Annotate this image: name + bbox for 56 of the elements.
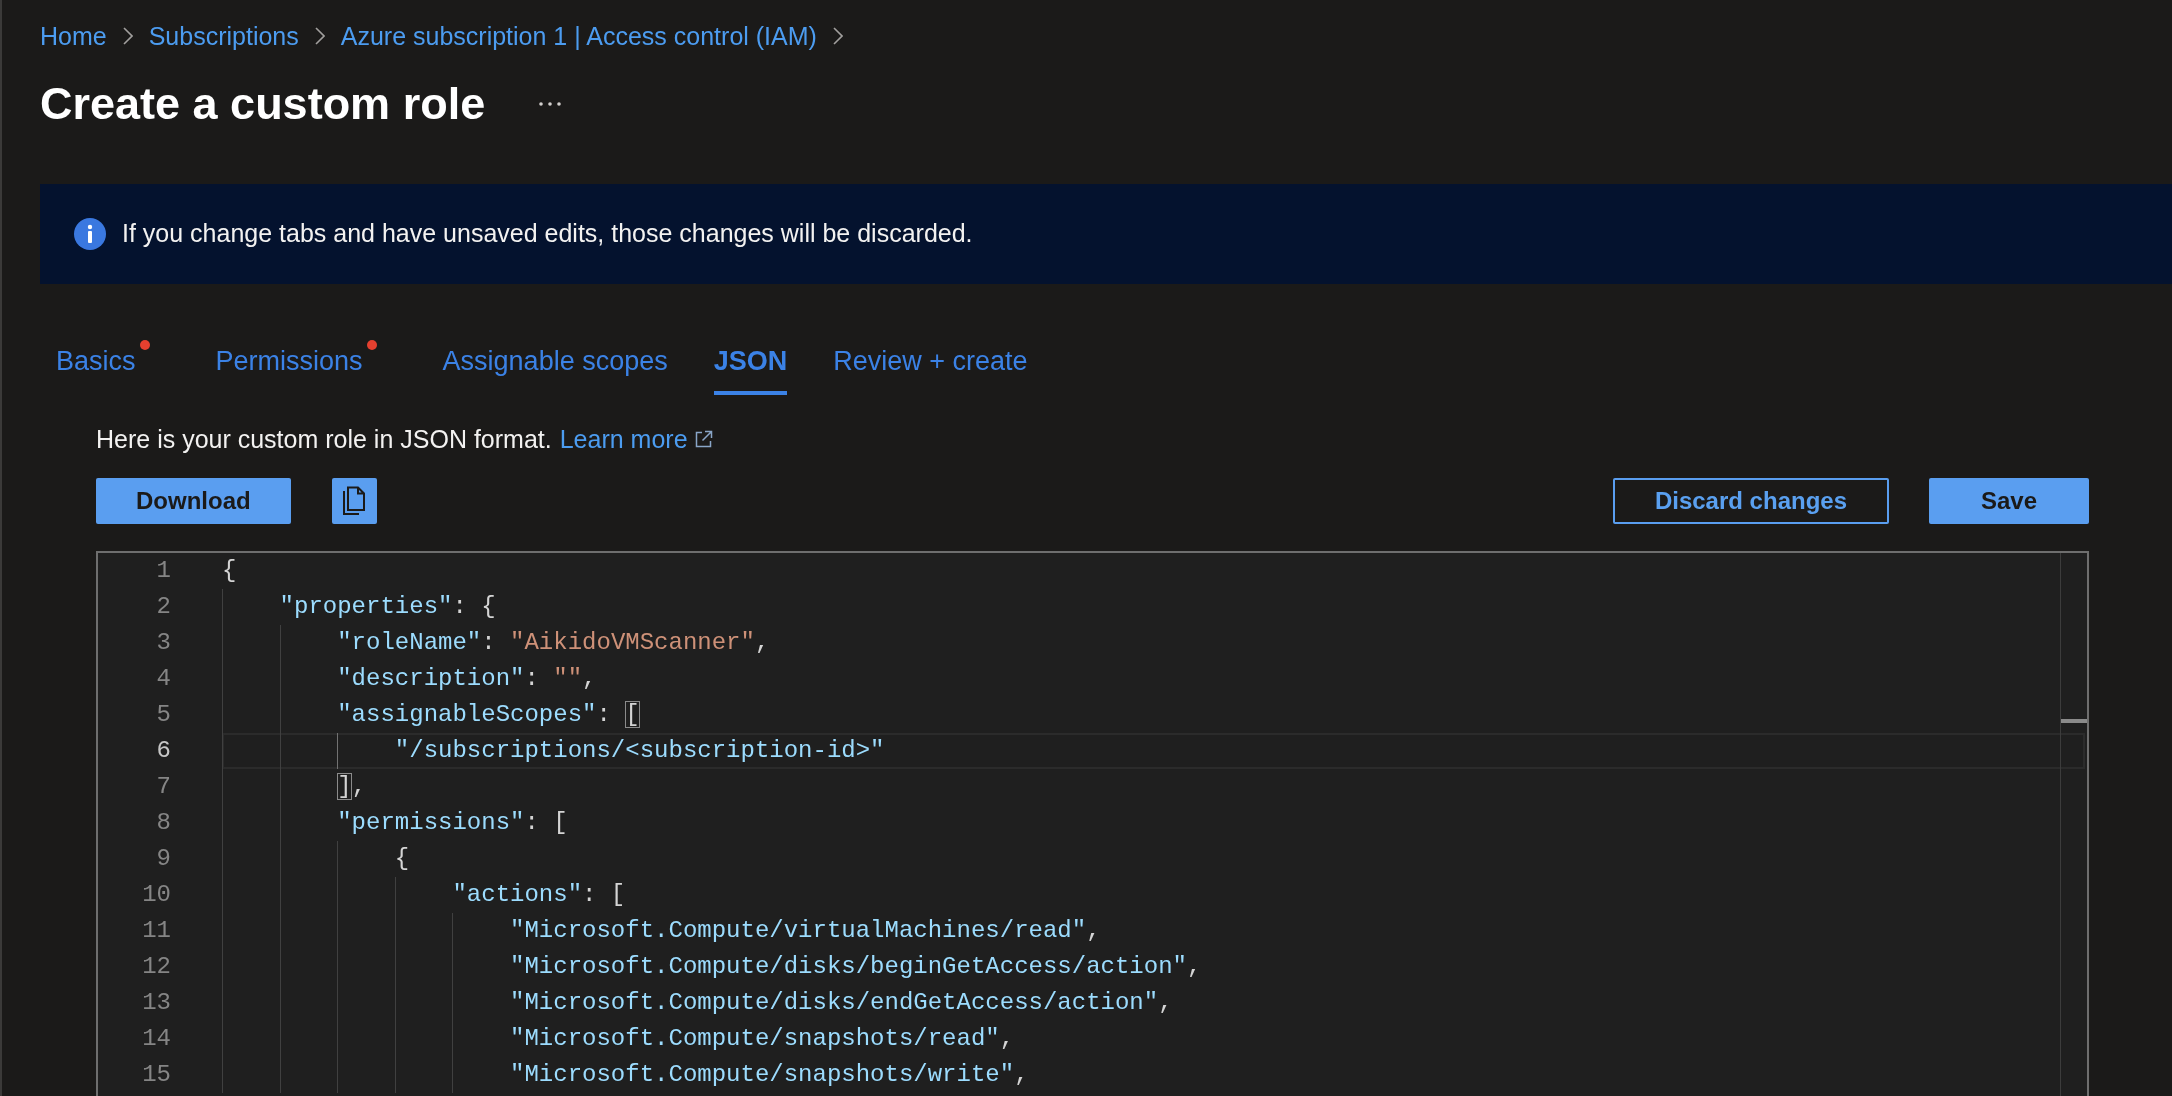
learn-more-link[interactable]: Learn more (559, 421, 688, 457)
code-line: "Microsoft.Compute/snapshots/read", (510, 1024, 1015, 1054)
code-line: "properties": { (279, 592, 496, 622)
more-icon (539, 102, 562, 106)
copy-icon (342, 486, 367, 516)
tab[interactable]: JSON (713, 343, 788, 395)
chevron-right-icon (314, 27, 325, 45)
code-line: "assignableScopes": [ (337, 700, 640, 730)
code-line: "Microsoft.Compute/snapshots/write", (510, 1060, 1029, 1090)
info-icon (74, 218, 106, 250)
line-number: 11 (141, 916, 171, 946)
description-text: Here is your custom role in JSON format. (96, 424, 552, 455)
download-button[interactable]: Download (96, 478, 291, 524)
line-number: 12 (141, 952, 171, 982)
overview-ruler-marker (2061, 719, 2087, 723)
code-line: "Microsoft.Compute/virtualMachines/read", (510, 916, 1101, 946)
code-line: "description": "", (337, 664, 597, 694)
tab[interactable]: Permissions (215, 343, 363, 395)
line-number: 10 (141, 880, 171, 910)
line-number: 8 (155, 808, 171, 838)
line-number: 13 (141, 988, 171, 1018)
line-number: 2 (155, 592, 171, 622)
line-number: 7 (155, 772, 171, 802)
save-button[interactable]: Save (1929, 478, 2089, 524)
breadcrumb-link[interactable]: Home (40, 18, 107, 54)
line-number: 14 (141, 1024, 171, 1054)
banner-message: If you change tabs and have unsaved edits, those changes will be discarded. (122, 218, 973, 250)
tab[interactable]: Assignable scopes (442, 343, 668, 395)
line-number: 9 (155, 844, 171, 874)
chevron-right-icon (122, 27, 133, 45)
code-line: "Microsoft.Compute/disks/beginGetAccess/action", (510, 952, 1202, 982)
code-line: "/subscriptions/<subscription-id>" (394, 736, 885, 766)
line-number: 6 (155, 736, 171, 766)
discard-changes-button[interactable]: Discard changes (1612, 478, 1889, 524)
breadcrumb-link[interactable]: Subscriptions (148, 18, 299, 54)
code-line: "Microsoft.Compute/disks/endGetAccess/action", (510, 988, 1173, 1018)
external-link-icon (693, 429, 713, 449)
code-line: "roleName": "AikidoVMScanner", (337, 628, 770, 658)
line-number: 1 (155, 556, 171, 586)
line-number: 15 (141, 1060, 171, 1090)
code-line: "permissions": [ (337, 808, 568, 838)
code-line: { (222, 556, 237, 586)
line-number: 3 (155, 628, 171, 658)
line-number: 4 (155, 664, 171, 694)
code-line: ], (337, 772, 367, 802)
code-line: "actions": [ (452, 880, 626, 910)
copy-button[interactable] (331, 478, 377, 524)
code-line: { (394, 844, 410, 874)
tab[interactable]: Basics (56, 343, 136, 395)
page-title: Create a custom role (40, 77, 486, 131)
breadcrumb-link[interactable]: Azure subscription 1 | Access control (IAM) (340, 18, 817, 54)
line-number: 5 (155, 700, 171, 730)
code-editor[interactable] (96, 551, 2089, 1096)
tab[interactable]: Review + create (833, 343, 1028, 395)
chevron-right-icon (832, 27, 843, 45)
scrollbar-track[interactable] (2060, 553, 2087, 1096)
